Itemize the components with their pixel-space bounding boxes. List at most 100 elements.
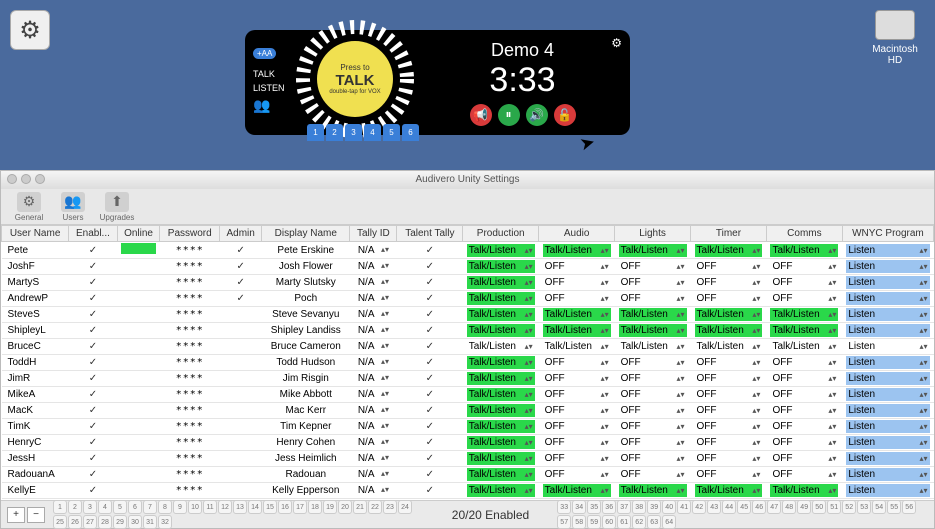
tally-id-cell[interactable]: N/A▴▾: [350, 403, 397, 419]
page-num-21[interactable]: 21: [353, 500, 367, 514]
talent-tally-checkbox[interactable]: ✓: [397, 259, 463, 275]
role-cell[interactable]: OFF▴▾: [615, 259, 691, 275]
role-cell[interactable]: Talk/Listen▴▾: [615, 339, 691, 355]
role-cell[interactable]: OFF▴▾: [691, 403, 767, 419]
channel-tab-2[interactable]: 2: [326, 124, 343, 141]
page-num-54[interactable]: 54: [872, 500, 886, 514]
page-num-4[interactable]: 4: [98, 500, 112, 514]
role-cell[interactable]: Talk/Listen▴▾: [766, 483, 842, 499]
tally-id-cell[interactable]: N/A▴▾: [350, 259, 397, 275]
talent-tally-checkbox[interactable]: ✓: [397, 291, 463, 307]
talent-tally-checkbox[interactable]: ✓: [397, 435, 463, 451]
admin-checkbox[interactable]: [220, 371, 262, 387]
role-cell[interactable]: OFF▴▾: [615, 419, 691, 435]
role-cell[interactable]: OFF▴▾: [691, 291, 767, 307]
password-cell[interactable]: ****: [160, 323, 220, 339]
enabled-checkbox[interactable]: ✓: [69, 419, 117, 435]
tally-id-cell[interactable]: N/A▴▾: [350, 307, 397, 323]
password-cell[interactable]: ****: [160, 467, 220, 483]
display-name-cell[interactable]: Radouan: [262, 467, 350, 483]
channel-tab-6[interactable]: 6: [402, 124, 419, 141]
table-row[interactable]: JimR✓****Jim RisginN/A▴▾✓Talk/Listen▴▾OF…: [2, 371, 934, 387]
page-num-64[interactable]: 64: [662, 515, 676, 529]
table-row[interactable]: AndrewP✓****✓PochN/A▴▾✓Talk/Listen▴▾OFF▴…: [2, 291, 934, 307]
role-cell[interactable]: OFF▴▾: [766, 275, 842, 291]
role-cell[interactable]: OFF▴▾: [539, 291, 615, 307]
tally-id-cell[interactable]: N/A▴▾: [350, 387, 397, 403]
username-cell[interactable]: RadouanA: [2, 467, 69, 483]
role-cell[interactable]: OFF▴▾: [539, 355, 615, 371]
role-cell[interactable]: OFF▴▾: [691, 275, 767, 291]
table-row[interactable]: MikeA✓****Mike AbbottN/A▴▾✓Talk/Listen▴▾…: [2, 387, 934, 403]
col-header[interactable]: Tally ID: [350, 226, 397, 242]
role-cell[interactable]: Talk/Listen▴▾: [539, 323, 615, 339]
role-cell[interactable]: OFF▴▾: [766, 451, 842, 467]
talent-tally-checkbox[interactable]: ✓: [397, 467, 463, 483]
role-cell[interactable]: Talk/Listen▴▾: [463, 483, 539, 499]
password-cell[interactable]: ****: [160, 339, 220, 355]
username-cell[interactable]: JessH: [2, 451, 69, 467]
admin-checkbox[interactable]: ✓: [220, 275, 262, 291]
page-num-24[interactable]: 24: [398, 500, 412, 514]
page-num-35[interactable]: 35: [587, 500, 601, 514]
role-cell[interactable]: Talk/Listen▴▾: [463, 307, 539, 323]
pause-icon[interactable]: ⏸: [498, 104, 520, 126]
tally-id-cell[interactable]: N/A▴▾: [350, 323, 397, 339]
role-cell[interactable]: OFF▴▾: [691, 355, 767, 371]
enabled-checkbox[interactable]: ✓: [69, 403, 117, 419]
role-cell[interactable]: OFF▴▾: [766, 259, 842, 275]
table-row[interactable]: SteveS✓****Steve SevanyuN/A▴▾✓Talk/Liste…: [2, 307, 934, 323]
password-cell[interactable]: ****: [160, 275, 220, 291]
tally-id-cell[interactable]: N/A▴▾: [350, 339, 397, 355]
page-num-49[interactable]: 49: [797, 500, 811, 514]
page-num-55[interactable]: 55: [887, 500, 901, 514]
page-num-14[interactable]: 14: [248, 500, 262, 514]
role-cell[interactable]: Listen▴▾: [842, 355, 933, 371]
add-user-button[interactable]: +: [7, 507, 25, 523]
page-num-8[interactable]: 8: [158, 500, 172, 514]
table-row[interactable]: JessH✓****Jess HeimlichN/A▴▾✓Talk/Listen…: [2, 451, 934, 467]
display-name-cell[interactable]: Tim Kepner: [262, 419, 350, 435]
page-num-57[interactable]: 57: [557, 515, 571, 529]
table-row[interactable]: MacK✓****Mac KerrN/A▴▾✓Talk/Listen▴▾OFF▴…: [2, 403, 934, 419]
page-num-50[interactable]: 50: [812, 500, 826, 514]
password-cell[interactable]: ****: [160, 259, 220, 275]
page-num-34[interactable]: 34: [572, 500, 586, 514]
page-num-52[interactable]: 52: [842, 500, 856, 514]
admin-checkbox[interactable]: [220, 307, 262, 323]
page-num-16[interactable]: 16: [278, 500, 292, 514]
page-num-59[interactable]: 59: [587, 515, 601, 529]
role-cell[interactable]: OFF▴▾: [766, 291, 842, 307]
role-cell[interactable]: Talk/Listen▴▾: [615, 242, 691, 259]
page-num-32[interactable]: 32: [158, 515, 172, 529]
password-cell[interactable]: ****: [160, 419, 220, 435]
role-cell[interactable]: OFF▴▾: [539, 371, 615, 387]
role-cell[interactable]: Talk/Listen▴▾: [691, 307, 767, 323]
page-num-7[interactable]: 7: [143, 500, 157, 514]
page-num-27[interactable]: 27: [83, 515, 97, 529]
press-to-talk-button[interactable]: Press to TALK double-tap for VOX: [317, 41, 393, 117]
password-cell[interactable]: ****: [160, 403, 220, 419]
page-num-40[interactable]: 40: [662, 500, 676, 514]
col-header[interactable]: User Name: [2, 226, 69, 242]
display-name-cell[interactable]: Pete Erskine: [262, 242, 350, 259]
talent-tally-checkbox[interactable]: ✓: [397, 419, 463, 435]
role-cell[interactable]: Talk/Listen▴▾: [766, 307, 842, 323]
col-header[interactable]: Admin: [220, 226, 262, 242]
display-name-cell[interactable]: Poch: [262, 291, 350, 307]
admin-checkbox[interactable]: [220, 339, 262, 355]
role-cell[interactable]: Talk/Listen▴▾: [539, 307, 615, 323]
people-icon[interactable]: 👥: [253, 97, 297, 114]
role-cell[interactable]: Talk/Listen▴▾: [463, 339, 539, 355]
username-cell[interactable]: SteveS: [2, 307, 69, 323]
page-num-2[interactable]: 2: [68, 500, 82, 514]
lock-icon[interactable]: 🔓: [554, 104, 576, 126]
role-cell[interactable]: Listen▴▾: [842, 467, 933, 483]
role-cell[interactable]: Listen▴▾: [842, 451, 933, 467]
role-cell[interactable]: Talk/Listen▴▾: [766, 242, 842, 259]
role-cell[interactable]: OFF▴▾: [615, 435, 691, 451]
role-cell[interactable]: OFF▴▾: [766, 435, 842, 451]
col-header[interactable]: Comms: [766, 226, 842, 242]
page-num-28[interactable]: 28: [98, 515, 112, 529]
role-cell[interactable]: OFF▴▾: [539, 387, 615, 403]
